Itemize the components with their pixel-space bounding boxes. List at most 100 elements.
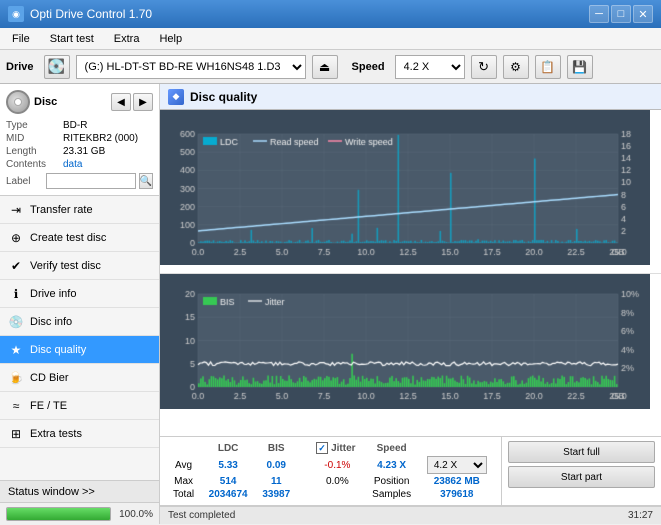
create-test-disc-icon: ⊕ <box>8 230 24 246</box>
panel-icon: ◆ <box>168 89 184 105</box>
drive-label: Drive <box>6 61 34 73</box>
total-ldc: 2034674 <box>201 488 255 501</box>
app-icon: ◉ <box>8 6 24 22</box>
col-jitter: ✓ Jitter <box>310 441 365 455</box>
max-ldc: 514 <box>201 475 255 488</box>
menu-help[interactable]: Help <box>151 31 190 47</box>
status-text: Test completed <box>168 510 620 521</box>
jitter-label: Jitter <box>331 443 355 454</box>
bottom-status-bar: Test completed 31:27 <box>160 506 661 524</box>
time-text: 31:27 <box>628 510 653 521</box>
start-full-button[interactable]: Start full <box>508 441 655 463</box>
status-window-button[interactable]: Status window >> <box>0 481 159 503</box>
stats-max-row: Max 514 11 0.0% Position 23862 MB <box>166 475 495 488</box>
stats-avg-row: Avg 5.33 0.09 -0.1% 4.23 X 4.2 X <box>166 455 495 475</box>
stats-table: LDC BIS ✓ Jitter Spe <box>160 437 501 505</box>
nav-label-transfer-rate: Transfer rate <box>30 204 93 216</box>
type-key: Type <box>6 120 61 131</box>
nav-label-extra-tests: Extra tests <box>30 428 82 440</box>
nav-item-drive-info[interactable]: ℹ Drive info <box>0 280 159 308</box>
copy-button[interactable]: 📋 <box>535 55 561 79</box>
label-search-button[interactable]: 🔍 <box>139 173 153 189</box>
disc-image <box>6 90 30 114</box>
eject-button[interactable]: ⏏ <box>312 55 338 79</box>
length-key: Length <box>6 146 61 157</box>
nav-item-verify-test-disc[interactable]: ✔ Verify test disc <box>0 252 159 280</box>
avg-bis: 0.09 <box>255 455 297 475</box>
total-label: Total <box>166 488 201 501</box>
max-jitter: 0.0% <box>310 475 365 488</box>
max-bis: 11 <box>255 475 297 488</box>
speed-val: 4.23 X <box>365 455 419 475</box>
drive-select[interactable]: (G:) HL-DT-ST BD-RE WH16NS48 1.D3 <box>76 55 306 79</box>
verify-test-disc-icon: ✔ <box>8 258 24 274</box>
save-button[interactable]: 💾 <box>567 55 593 79</box>
stats-right: Start full Start part <box>501 437 661 505</box>
avg-label: Avg <box>166 455 201 475</box>
stats-panel: LDC BIS ✓ Jitter Spe <box>160 436 661 524</box>
sidebar: Disc ◀ ▶ Type BD-R MID RITEKBR2 (000) Le… <box>0 84 160 524</box>
disc-btn2[interactable]: ▶ <box>133 93 153 111</box>
main-content: Disc ◀ ▶ Type BD-R MID RITEKBR2 (000) Le… <box>0 84 661 524</box>
charts-area <box>160 110 661 436</box>
transfer-rate-icon: ⇥ <box>8 202 24 218</box>
chart2-container <box>160 274 661 437</box>
nav-item-fe-te[interactable]: ≈ FE / TE <box>0 392 159 420</box>
avg-jitter: -0.1% <box>310 455 365 475</box>
nav-item-cd-bier[interactable]: 🍺 CD Bier <box>0 364 159 392</box>
disc-info-icon: 💿 <box>8 314 24 330</box>
maximize-button[interactable]: □ <box>611 5 631 23</box>
drive-toolbar: Drive 💽 (G:) HL-DT-ST BD-RE WH16NS48 1.D… <box>0 50 661 84</box>
nav-item-disc-quality[interactable]: ★ Disc quality <box>0 336 159 364</box>
contents-val: data <box>63 159 82 170</box>
chart2-canvas <box>160 274 650 409</box>
position-label: Position <box>365 475 419 488</box>
disc-header-label: Disc <box>34 96 57 108</box>
panel-title: Disc quality <box>190 90 257 104</box>
drive-icon: 💽 <box>44 55 70 79</box>
label-key: Label <box>6 176 43 187</box>
speed-select-small[interactable]: 4.2 X <box>427 456 487 474</box>
samples-label: Samples <box>365 488 419 501</box>
start-part-button[interactable]: Start part <box>508 466 655 488</box>
disc-btn1[interactable]: ◀ <box>111 93 131 111</box>
nav-item-create-test-disc[interactable]: ⊕ Create test disc <box>0 224 159 252</box>
length-val: 23.31 GB <box>63 146 105 157</box>
progress-text: 100.0% <box>117 509 153 520</box>
menu-bar: File Start test Extra Help <box>0 28 661 50</box>
status-window-label: Status window >> <box>8 486 95 498</box>
minimize-button[interactable]: ─ <box>589 5 609 23</box>
total-bis: 33987 <box>255 488 297 501</box>
close-button[interactable]: ✕ <box>633 5 653 23</box>
menu-file[interactable]: File <box>4 31 38 47</box>
menu-extra[interactable]: Extra <box>106 31 148 47</box>
nav-item-disc-info[interactable]: 💿 Disc info <box>0 308 159 336</box>
nav-label-verify-test-disc: Verify test disc <box>30 260 101 272</box>
col-ldc: LDC <box>201 441 255 455</box>
app-title: Opti Drive Control 1.70 <box>30 7 152 21</box>
refresh-button[interactable]: ↻ <box>471 55 497 79</box>
label-input[interactable] <box>46 173 136 189</box>
mid-key: MID <box>6 133 61 144</box>
stats-total-row: Total 2034674 33987 Samples 379618 <box>166 488 495 501</box>
nav-items: ⇥ Transfer rate ⊕ Create test disc ✔ Ver… <box>0 196 159 480</box>
nav-label-disc-quality: Disc quality <box>30 344 86 356</box>
drive-info-icon: ℹ <box>8 286 24 302</box>
menu-starttest[interactable]: Start test <box>42 31 102 47</box>
col-speed: Speed <box>365 441 419 455</box>
samples-val: 379618 <box>419 488 495 501</box>
speed-label: Speed <box>352 61 385 73</box>
settings-button[interactable]: ⚙ <box>503 55 529 79</box>
right-panel: ◆ Disc quality LDC <box>160 84 661 524</box>
mid-val: RITEKBR2 (000) <box>63 133 138 144</box>
nav-label-create-test-disc: Create test disc <box>30 232 106 244</box>
disc-quality-icon: ★ <box>8 342 24 358</box>
speed-select[interactable]: 4.2 X <box>395 55 465 79</box>
nav-item-extra-tests[interactable]: ⊞ Extra tests <box>0 420 159 448</box>
jitter-checkbox[interactable]: ✓ Jitter <box>316 442 359 454</box>
fe-te-icon: ≈ <box>8 398 24 414</box>
jitter-check-box: ✓ <box>316 442 328 454</box>
nav-item-transfer-rate[interactable]: ⇥ Transfer rate <box>0 196 159 224</box>
nav-label-cd-bier: CD Bier <box>30 372 69 384</box>
progress-row: 100.0% <box>0 503 159 525</box>
